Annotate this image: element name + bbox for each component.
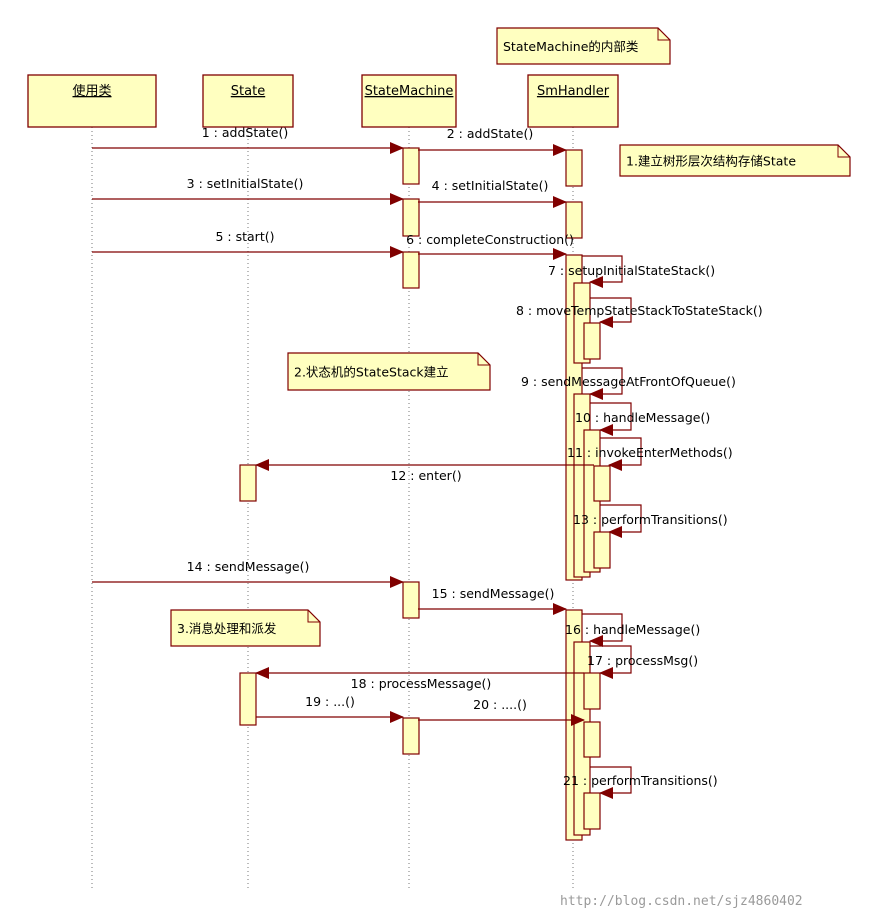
note-text: 1.建立树形层次结构存储State: [626, 154, 796, 169]
activation-bar: [239, 464, 257, 502]
activation-bar: [402, 198, 420, 237]
message: 18 : processMessage(): [255, 667, 584, 691]
message-label: 16 : handleMessage(): [565, 622, 700, 637]
message-label: 19 : ...(): [305, 694, 355, 709]
message-label: 12 : enter(): [390, 468, 461, 483]
activation-bar: [402, 581, 420, 619]
activation-bar: [583, 672, 601, 710]
message-label: 8 : moveTempStateStackToStateStack(): [516, 303, 763, 318]
message: 14 : sendMessage(): [92, 559, 404, 588]
message: 8 : moveTempStateStackToStateStack(): [516, 297, 763, 328]
lifeline-header-box: [202, 74, 294, 128]
activation-bar: [402, 717, 420, 755]
message-label: 15 : sendMessage(): [432, 586, 555, 601]
activation-bar: [593, 465, 611, 502]
message-label: 14 : sendMessage(): [187, 559, 310, 574]
message: 16 : handleMessage(): [565, 613, 700, 647]
message-label: 10 : handleMessage(): [575, 410, 710, 425]
activation-bar: [583, 322, 601, 360]
note: StateMachine的内部类: [496, 27, 671, 65]
activation-bar: [239, 672, 257, 726]
watermark: http://blog.csdn.net/sjz4860402: [560, 894, 803, 909]
message: 2 : addState(): [418, 126, 567, 156]
note: 1.建立树形层次结构存储State: [619, 144, 851, 177]
message-label: 6 : completeConstruction(): [406, 232, 574, 247]
message: 6 : completeConstruction(): [406, 232, 574, 260]
activation-bar: [565, 149, 583, 187]
message: 1 : addState(): [92, 125, 404, 154]
activation-bar: [593, 531, 611, 569]
note-text: 2.状态机的StateStack建立: [294, 365, 449, 380]
activation-bar: [402, 251, 420, 289]
lifeline-name: 使用类: [72, 83, 111, 99]
message-label: 3 : setInitialState(): [187, 176, 304, 191]
message-label: 20 : ....(): [473, 697, 527, 712]
message-label: 5 : start(): [216, 229, 275, 244]
lifeline-header-box: [527, 74, 619, 128]
lifeline-name: State: [231, 84, 265, 99]
note-text: StateMachine的内部类: [503, 39, 639, 54]
lifeline-name: SmHandler: [537, 84, 610, 99]
note: 3.消息处理和派发: [170, 609, 321, 647]
message: 9 : sendMessageAtFrontOfQueue(): [521, 367, 736, 400]
message-label: 9 : sendMessageAtFrontOfQueue(): [521, 374, 736, 389]
message: 5 : start(): [92, 229, 404, 258]
sequence-diagram: 使用类 State StateMachine SmHandler 1 : addSta…: [27, 27, 851, 909]
message-label: 7 : setupInitialStateStack(): [548, 263, 715, 278]
message-label: 4 : setInitialState(): [432, 178, 549, 193]
note: 2.状态机的StateStack建立: [287, 352, 491, 391]
message-label: 17 : processMsg(): [587, 653, 698, 668]
activation-bar: [583, 792, 601, 830]
message: 19 : ...(): [256, 694, 404, 723]
lifeline-header-box: [27, 74, 157, 128]
message-label: 21 : performTransitions(): [563, 773, 718, 788]
lifeline-header-box: [361, 74, 457, 128]
message: 12 : enter(): [255, 459, 594, 483]
message-label: 1 : addState(): [202, 125, 288, 140]
message-label: 18 : processMessage(): [351, 676, 492, 691]
message: 4 : setInitialState(): [418, 178, 567, 208]
message-label: 13 : performTransitions(): [573, 512, 728, 527]
activation-bar: [583, 721, 601, 758]
message: 17 : processMsg(): [587, 645, 698, 679]
message-label: 2 : addState(): [447, 126, 533, 141]
message: 15 : sendMessage(): [418, 586, 567, 615]
note-text: 3.消息处理和派发: [177, 621, 277, 636]
activation-bar: [402, 147, 420, 185]
lifeline-name: StateMachine: [365, 84, 454, 99]
message: 20 : ....(): [418, 697, 585, 726]
message-label: 11 : invokeEnterMethods(): [567, 445, 733, 460]
message: 10 : handleMessage(): [575, 402, 710, 436]
